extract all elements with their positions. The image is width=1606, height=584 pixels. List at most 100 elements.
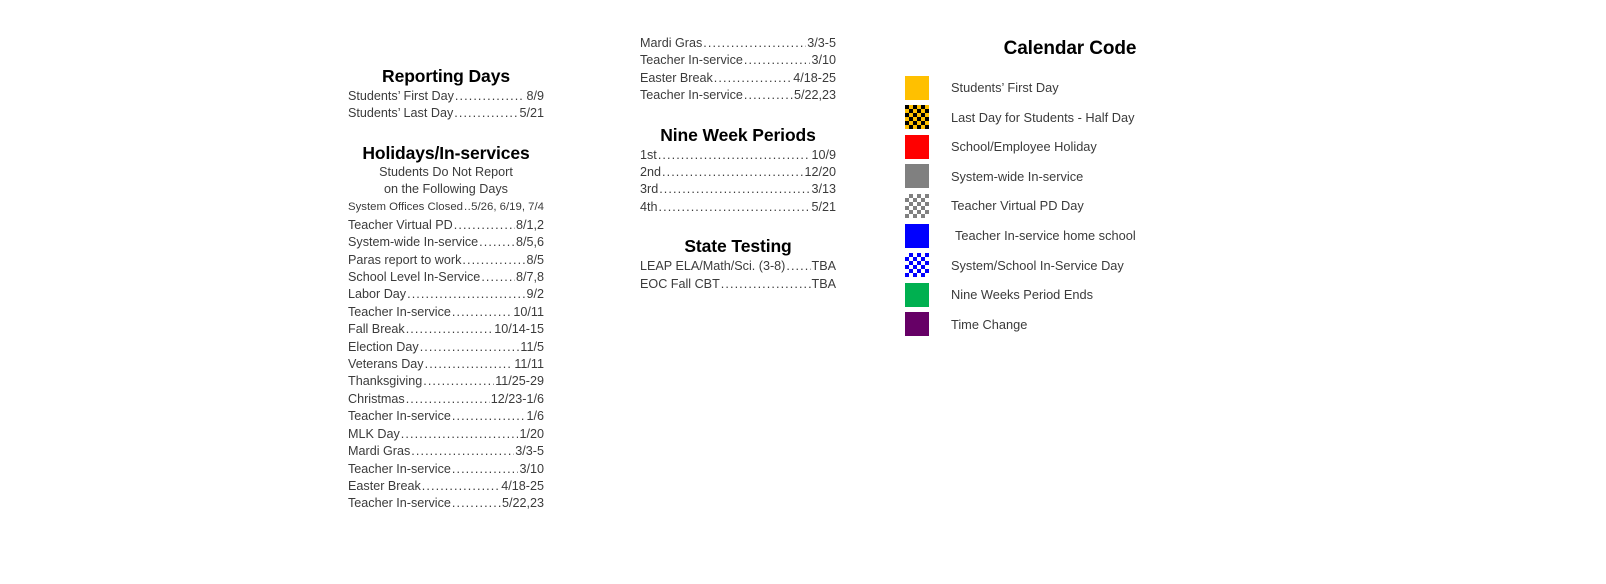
holidays-list: System Offices Closed...................… <box>348 199 544 512</box>
leader-dots: ........................................… <box>451 409 526 424</box>
entry-value: 5/21 <box>519 106 544 121</box>
legend-item-label: School/Employee Holiday <box>951 139 1097 155</box>
entry-value: 3/10 <box>811 53 836 68</box>
entry-label: Paras report to work <box>348 252 462 267</box>
entry-value: 10/9 <box>811 147 836 162</box>
list-item: EOC Fall CBT............................… <box>640 276 836 293</box>
leader-dots: ........................................… <box>407 287 526 302</box>
entry-value: 8/9 <box>526 89 544 103</box>
entry-label: Teacher In-service <box>348 496 451 511</box>
entry-label: 2nd <box>640 165 662 180</box>
calendar-code-column: Calendar Code Students’ First Day Last Da… <box>905 38 1235 339</box>
color-swatch-icon <box>905 193 929 218</box>
list-item: 1st.....................................… <box>640 147 836 164</box>
list-item: LEAP ELA/Math/Sci. (3-8)................… <box>640 258 836 275</box>
nine-week-periods-title: Nine Week Periods <box>660 124 816 145</box>
legend-item: Time Change <box>905 310 1235 340</box>
entry-label: School Level In-Service <box>348 270 481 285</box>
legend-item: Teacher In-service home school <box>905 221 1235 251</box>
list-item: Christmas...............................… <box>348 391 544 408</box>
legend-item-label: Students’ First Day <box>951 80 1059 96</box>
leader-dots: ........................................… <box>658 199 811 214</box>
entry-label: Teacher In-service <box>348 409 451 424</box>
leader-dots: ........................................… <box>713 70 792 85</box>
leader-dots: ........................................… <box>464 201 470 214</box>
list-item: System-wide In-service..................… <box>348 234 544 251</box>
leader-dots: ........................................… <box>405 391 490 406</box>
leader-dots: ........................................… <box>451 304 513 319</box>
legend-item: School/Employee Holiday <box>905 132 1235 162</box>
entry-value: 8/5,6 <box>515 235 544 250</box>
leader-dots: ........................................… <box>421 478 500 493</box>
leader-dots: ........................................… <box>424 357 514 372</box>
entry-label: Christmas <box>348 391 405 406</box>
reporting-days-title: Reporting Days <box>382 66 510 86</box>
entry-value: 12/20 <box>804 165 836 180</box>
entry-value: 10/14-15 <box>494 322 544 337</box>
middle-column: Mardi Gras..............................… <box>640 34 836 293</box>
calendar-code-legend: Students’ First Day Last Day for Students… <box>905 73 1235 339</box>
list-item: Mardi Gras..............................… <box>640 35 836 52</box>
leader-dots: ........................................… <box>720 276 811 291</box>
entry-label: Teacher In-service <box>348 461 451 476</box>
entry-value: 9/2 <box>526 287 544 302</box>
reporting-days-column: Reporting Days Students’ First Day .....… <box>348 66 544 513</box>
state-testing-list: LEAP ELA/Math/Sci. (3-8)................… <box>640 258 836 293</box>
list-item: Fall Break..............................… <box>348 321 544 338</box>
entry-label: Teacher In-service <box>640 88 743 103</box>
entry-value: TBA <box>811 276 837 291</box>
leader-dots: ........................................… <box>419 339 520 354</box>
entry-label: Mardi Gras <box>348 444 411 459</box>
entry-value: 4/18-25 <box>793 70 836 85</box>
entry-value: 8/7,8 <box>515 270 544 285</box>
list-item: Easter Break............................… <box>640 70 836 87</box>
leader-dots: ........................................… <box>479 235 515 250</box>
entry-label: Labor Day <box>348 287 407 302</box>
leader-dots: ........................................… <box>454 106 519 121</box>
leader-dots: ........................................… <box>481 270 515 285</box>
list-item: Thanksgiving............................… <box>348 373 544 390</box>
legend-item-label: Teacher Virtual PD Day <box>951 198 1084 214</box>
list-item: Teacher In-service......................… <box>640 87 836 104</box>
color-swatch-icon <box>905 164 929 189</box>
reporting-days-list: Students’ First Day ....................… <box>348 88 544 123</box>
legend-item: Nine Weeks Period Ends <box>905 280 1235 310</box>
entry-label: System Offices Closed <box>348 201 464 214</box>
holidays-continued-list: Mardi Gras..............................… <box>640 35 836 105</box>
entry-value: 12/23-1/6 <box>490 391 544 406</box>
entry-value: 8/1,2 <box>515 217 544 232</box>
holidays-subnote-line2: on the Following Days <box>384 182 508 197</box>
color-swatch-icon <box>905 105 929 130</box>
list-item: 4th.....................................… <box>640 199 836 216</box>
color-swatch-icon <box>905 282 929 307</box>
list-item: Election Day............................… <box>348 339 544 356</box>
entry-value: 3/3-5 <box>807 36 836 50</box>
entry-label: Easter Break <box>348 478 421 493</box>
leader-dots: ........................................… <box>411 444 514 459</box>
entry-label: 1st <box>640 147 657 162</box>
list-item: 3rd.....................................… <box>640 181 836 198</box>
entry-label: Election Day <box>348 339 419 354</box>
color-swatch-icon <box>905 312 929 337</box>
leader-dots: ........................................… <box>743 53 811 68</box>
entry-value: 11/11 <box>514 357 544 372</box>
entry-value: 10/11 <box>513 304 544 319</box>
list-item: Teacher In-service......................… <box>640 52 836 69</box>
legend-item-label: Teacher In-service home school <box>955 228 1136 244</box>
state-testing-title: State Testing <box>684 236 792 257</box>
list-item: Easter Break............................… <box>348 478 544 495</box>
legend-item-label: Last Day for Students - Half Day <box>951 109 1135 125</box>
entry-label: Mardi Gras <box>640 36 703 50</box>
leader-dots: ........................................… <box>662 165 803 180</box>
list-item: MLK Day.................................… <box>348 426 544 443</box>
leader-dots: ........................................… <box>400 426 519 441</box>
color-swatch-icon <box>905 253 929 278</box>
entry-label: Students’ Last Day <box>348 106 454 121</box>
list-item: Teacher Virtual PD......................… <box>348 217 544 234</box>
list-item: Students’ Last Day .....................… <box>348 105 544 122</box>
entry-value: 3/13 <box>811 182 836 197</box>
leader-dots: ........................................… <box>786 259 810 274</box>
legend-item-label: Nine Weeks Period Ends <box>951 287 1094 303</box>
leader-dots: ........................................… <box>405 322 494 337</box>
entry-value: 11/5 <box>520 339 544 354</box>
